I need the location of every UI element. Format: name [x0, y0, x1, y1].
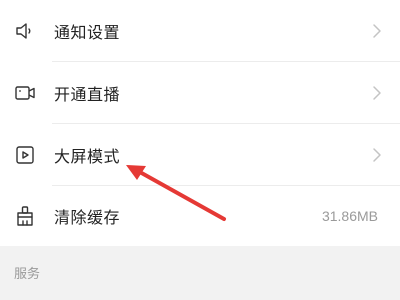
chevron-right-icon — [373, 148, 381, 162]
cache-size-value: 31.86MB — [321, 208, 378, 224]
settings-item-live-streaming[interactable]: 开通直播 — [0, 62, 400, 124]
broom-icon — [14, 205, 36, 227]
play-square-icon — [14, 144, 36, 166]
settings-item-label: 清除缓存 — [54, 208, 121, 227]
settings-item-label: 大屏模式 — [54, 147, 121, 166]
section-title: 服务 — [14, 267, 41, 282]
section-header: 服务 — [0, 246, 400, 300]
speaker-icon — [14, 20, 36, 42]
settings-item-label: 开通直播 — [54, 85, 121, 104]
settings-item-big-screen-mode[interactable]: 大屏模式 — [0, 124, 400, 186]
settings-item-clear-cache[interactable]: 清除缓存 31.86MB — [0, 186, 400, 246]
settings-item-notifications[interactable]: 通知设置 — [0, 0, 400, 62]
chevron-right-icon — [373, 86, 381, 100]
chevron-right-icon — [373, 24, 381, 38]
camera-icon — [14, 82, 36, 104]
settings-screen: 通知设置 开通直播 大屏模式 清除缓存 31.86MB 服务 — [0, 0, 400, 300]
settings-item-label: 通知设置 — [54, 23, 121, 42]
